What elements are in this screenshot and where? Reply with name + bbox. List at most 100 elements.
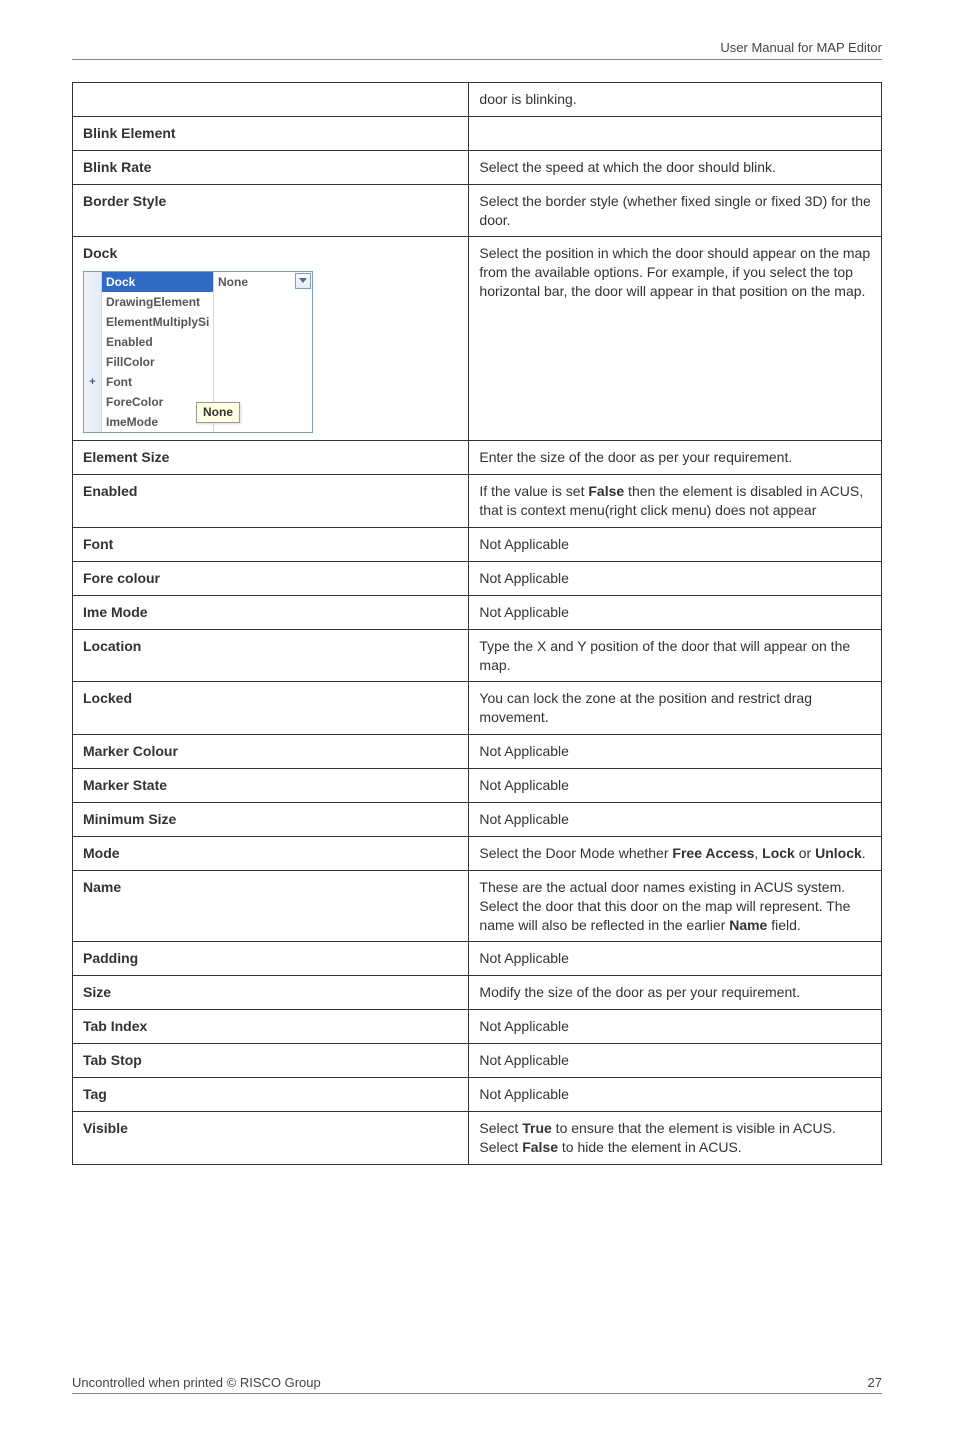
property-label: Marker State bbox=[73, 769, 469, 803]
propgrid-name: Font bbox=[102, 372, 214, 392]
table-row: Tab Index Not Applicable bbox=[73, 1010, 882, 1044]
label-text: Name bbox=[83, 879, 121, 895]
propgrid-row-drawingelement[interactable]: DrawingElement bbox=[84, 292, 312, 312]
propgrid-value bbox=[214, 352, 312, 372]
table-row: NameThese are the actual door names exis… bbox=[73, 870, 882, 942]
table-row: Marker StateNot Applicable bbox=[73, 769, 882, 803]
label-text: Marker Colour bbox=[83, 743, 178, 759]
property-label: Tab Stop bbox=[73, 1044, 469, 1078]
label-text: Padding bbox=[83, 950, 138, 966]
label-text: Tab Stop bbox=[83, 1052, 142, 1068]
table-row: Tab Stop Not Applicable bbox=[73, 1044, 882, 1078]
propgrid-name: DrawingElement bbox=[102, 292, 214, 312]
table-row: Blink Rate Select the speed at which the … bbox=[73, 150, 882, 184]
propgrid-row-enabled[interactable]: Enabled bbox=[84, 332, 312, 352]
label-text: Locked bbox=[83, 690, 132, 706]
property-description: You can lock the zone at the position an… bbox=[469, 682, 882, 735]
label-text: Blink Element bbox=[83, 125, 176, 141]
table-row: door is blinking. bbox=[73, 83, 882, 117]
property-description: Enter the size of the door as per your r… bbox=[469, 441, 882, 475]
expander-icon bbox=[84, 272, 102, 292]
table-row: Marker Colour Not Applicable bbox=[73, 735, 882, 769]
label-text: Font bbox=[83, 536, 113, 552]
dock-property-grid: DockNoneDrawingElementElementMultiplySiE… bbox=[83, 271, 313, 433]
property-description bbox=[469, 116, 882, 150]
property-description: door is blinking. bbox=[469, 83, 882, 117]
property-label: Font bbox=[73, 528, 469, 562]
label-text: Tab Index bbox=[83, 1018, 147, 1034]
expander-icon bbox=[84, 412, 102, 432]
table-row: Blink Element bbox=[73, 116, 882, 150]
propgrid-row-fillcolor[interactable]: FillColor bbox=[84, 352, 312, 372]
property-description: If the value is set False then the eleme… bbox=[469, 475, 882, 528]
property-description: Not Applicable bbox=[469, 942, 882, 976]
table-row: Enabled If the value is set False then th… bbox=[73, 475, 882, 528]
property-description: Not Applicable bbox=[469, 803, 882, 837]
table-row: Fore colourNot Applicable bbox=[73, 561, 882, 595]
property-label: Tag bbox=[73, 1078, 469, 1112]
property-description: Select True to ensure that the element i… bbox=[469, 1111, 882, 1164]
propgrid-row-elementmultiplysi[interactable]: ElementMultiplySi bbox=[84, 312, 312, 332]
property-label: Padding bbox=[73, 942, 469, 976]
label-text: Minimum Size bbox=[83, 811, 176, 827]
property-label: Name bbox=[73, 870, 469, 942]
expander-icon bbox=[84, 312, 102, 332]
property-label: Border Style bbox=[73, 184, 469, 237]
propgrid-value bbox=[214, 372, 312, 392]
expander-icon bbox=[84, 332, 102, 352]
property-label: DockDockNoneDrawingElementElementMultipl… bbox=[73, 237, 469, 441]
table-row: FontNot Applicable bbox=[73, 528, 882, 562]
property-label: Locked bbox=[73, 682, 469, 735]
property-label: Ime Mode bbox=[73, 595, 469, 629]
property-description: Not Applicable bbox=[469, 1078, 882, 1112]
chevron-down-icon[interactable] bbox=[295, 273, 311, 289]
footer-left: Uncontrolled when printed © RISCO Group bbox=[72, 1375, 321, 1390]
table-row: Element SizeEnter the size of the door a… bbox=[73, 441, 882, 475]
table-row: ModeSelect the Door Mode whether Free Ac… bbox=[73, 836, 882, 870]
page-header: User Manual for MAP Editor bbox=[72, 40, 882, 60]
expander-icon bbox=[84, 392, 102, 412]
property-description: Select the speed at which the door shoul… bbox=[469, 150, 882, 184]
label-text: Enabled bbox=[83, 483, 137, 499]
propgrid-value: None bbox=[214, 272, 312, 292]
tooltip: None bbox=[196, 402, 240, 422]
property-description: Not Applicable bbox=[469, 1044, 882, 1078]
property-description: Not Applicable bbox=[469, 1010, 882, 1044]
label-text: Border Style bbox=[83, 193, 166, 209]
page-footer: Uncontrolled when printed © RISCO Group … bbox=[72, 1375, 882, 1394]
property-description: Type the X and Y position of the door th… bbox=[469, 629, 882, 682]
property-description: Not Applicable bbox=[469, 735, 882, 769]
header-title: User Manual for MAP Editor bbox=[720, 40, 882, 55]
label-text: Blink Rate bbox=[83, 159, 151, 175]
table-row: Location Type the X and Y position of the… bbox=[73, 629, 882, 682]
label-text: Mode bbox=[83, 845, 120, 861]
property-description: Select the position in which the door sh… bbox=[469, 237, 882, 441]
table-row: Padding Not Applicable bbox=[73, 942, 882, 976]
property-description: Not Applicable bbox=[469, 561, 882, 595]
expander-icon bbox=[84, 352, 102, 372]
footer-page: 27 bbox=[868, 1375, 882, 1390]
label-text: Location bbox=[83, 638, 141, 654]
label-text: Visible bbox=[83, 1120, 128, 1136]
property-description: Not Applicable bbox=[469, 595, 882, 629]
propgrid-row-dock[interactable]: DockNone bbox=[84, 272, 312, 292]
property-description: Select the border style (whether fixed s… bbox=[469, 184, 882, 237]
expander-icon bbox=[84, 292, 102, 312]
table-row: Locked You can lock the zone at the posit… bbox=[73, 682, 882, 735]
property-label: Minimum Size bbox=[73, 803, 469, 837]
propgrid-name: FillColor bbox=[102, 352, 214, 372]
table-row: Border Style Select the border style (whe… bbox=[73, 184, 882, 237]
label-text: Dock bbox=[83, 245, 117, 261]
table-row: Minimum Size Not Applicable bbox=[73, 803, 882, 837]
expander-icon[interactable]: + bbox=[84, 372, 102, 392]
property-table: door is blinking. Blink Element Blink Rate… bbox=[72, 82, 882, 1165]
propgrid-name: Dock bbox=[102, 272, 214, 292]
table-row: DockDockNoneDrawingElementElementMultipl… bbox=[73, 237, 882, 441]
propgrid-row-font[interactable]: +Font bbox=[84, 372, 312, 392]
property-label: Fore colour bbox=[73, 561, 469, 595]
propgrid-value bbox=[214, 312, 312, 332]
propgrid-name: ElementMultiplySi bbox=[102, 312, 214, 332]
property-label: Element Size bbox=[73, 441, 469, 475]
property-label: Location bbox=[73, 629, 469, 682]
label-text: Marker State bbox=[83, 777, 167, 793]
